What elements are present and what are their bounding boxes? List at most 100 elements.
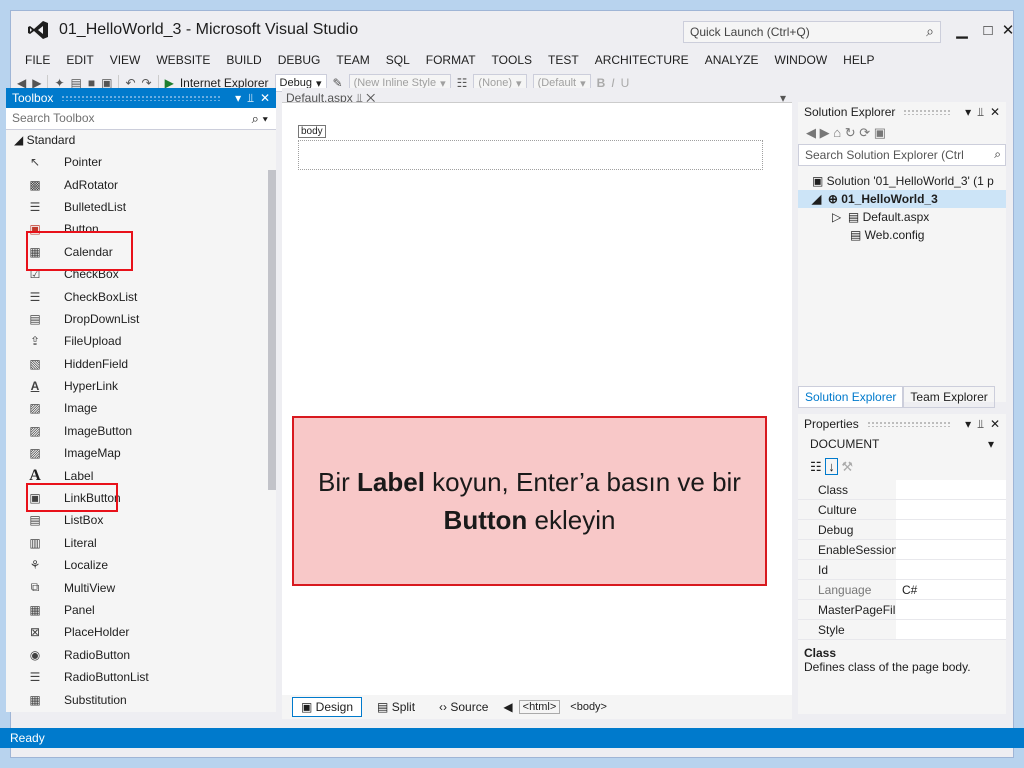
toolbox-item[interactable]: A HyperLink xyxy=(6,375,276,397)
drag-grip[interactable] xyxy=(903,109,952,115)
toolbox-item[interactable]: ↖ Pointer xyxy=(6,151,276,173)
drag-grip[interactable] xyxy=(866,421,952,427)
toolbox-search-input[interactable]: Search Toolbox ⌕ ▾ xyxy=(6,108,276,130)
dropdown-icon[interactable]: ▾ xyxy=(959,105,971,119)
menu-analyze[interactable]: ANALYZE xyxy=(697,53,767,67)
property-value[interactable] xyxy=(896,600,1006,619)
property-value[interactable] xyxy=(896,520,1006,539)
source-view-button[interactable]: ‹› Source xyxy=(430,697,497,717)
callout-text: Bir xyxy=(318,467,358,497)
close-icon[interactable]: ✕ xyxy=(984,105,1000,119)
property-row[interactable]: MasterPageFil xyxy=(798,600,1006,620)
scroll-left-icon[interactable]: ◀ xyxy=(503,700,512,714)
object-select[interactable]: DOCUMENT ▾ xyxy=(798,434,1006,456)
property-row[interactable]: Culture xyxy=(798,500,1006,520)
solution-search-input[interactable]: Search Solution Explorer (Ctrl ⌕ xyxy=(798,144,1006,166)
property-row[interactable]: Style xyxy=(798,620,1006,640)
toolbox-item[interactable]: ▩ AdRotator xyxy=(6,173,276,195)
menu-architecture[interactable]: ARCHITECTURE xyxy=(587,53,697,67)
property-value[interactable]: C# xyxy=(896,580,1006,599)
collapse-icon[interactable]: ▣ xyxy=(874,125,886,140)
menu-website[interactable]: WEBSITE xyxy=(148,53,218,67)
close-button[interactable]: ✕ xyxy=(995,21,1021,41)
scrollbar-thumb[interactable] xyxy=(268,170,276,490)
menu-window[interactable]: WINDOW xyxy=(767,53,836,67)
menu-help[interactable]: HELP xyxy=(835,53,882,67)
sync-icon[interactable]: ↻ xyxy=(845,125,856,140)
toolbox-item[interactable]: ▥ Literal xyxy=(6,532,276,554)
callout-text: ekleyin xyxy=(527,505,616,535)
back-icon[interactable]: ◀ xyxy=(806,125,816,140)
menu-debug[interactable]: DEBUG xyxy=(270,53,329,67)
minimize-button[interactable]: ▁ xyxy=(949,21,975,41)
toolbox-item[interactable]: ⚘ Localize xyxy=(6,554,276,576)
property-row[interactable]: EnableSession xyxy=(798,540,1006,560)
property-row[interactable]: Debug xyxy=(798,520,1006,540)
toolbox-item[interactable]: ⊠ PlaceHolder xyxy=(6,621,276,643)
toolbox-item[interactable]: ☰ BulletedList xyxy=(6,196,276,218)
tab-team-explorer[interactable]: Team Explorer xyxy=(903,386,995,408)
split-view-button[interactable]: ▤ Split xyxy=(368,697,424,717)
wrench-icon[interactable]: ⚒ xyxy=(841,459,853,474)
toolbox-item[interactable]: ▤ DropDownList xyxy=(6,308,276,330)
pin-icon[interactable]: ⫫ xyxy=(971,417,984,432)
body-element[interactable] xyxy=(298,140,763,170)
tree-file-node[interactable]: ▤ Web.config xyxy=(798,226,1006,244)
toolbox-item[interactable]: ▨ ImageMap xyxy=(6,442,276,464)
toolbox-item[interactable]: ◉ RadioButton xyxy=(6,644,276,666)
quick-launch-input[interactable]: Quick Launch (Ctrl+Q) ⌕ xyxy=(683,21,941,43)
menu-format[interactable]: FORMAT xyxy=(418,53,484,67)
toolbox-item[interactable]: ⇪ FileUpload xyxy=(6,330,276,352)
toolbox-item[interactable]: ▨ ImageButton xyxy=(6,420,276,442)
category-label: Standard xyxy=(26,133,76,147)
menu-tools[interactable]: TOOLS xyxy=(484,53,540,67)
toolbox-item[interactable]: ☰ CheckBoxList xyxy=(6,285,276,307)
forward-icon[interactable]: ▶ xyxy=(820,125,830,140)
property-value[interactable] xyxy=(896,560,1006,579)
menu-test[interactable]: TEST xyxy=(540,53,587,67)
property-row[interactable]: Id xyxy=(798,560,1006,580)
refresh-icon[interactable]: ⟳ xyxy=(859,125,870,140)
breadcrumb-body[interactable]: <body> xyxy=(566,700,611,714)
menu-sql[interactable]: SQL xyxy=(378,53,418,67)
toolbox-item[interactable]: ▦ Substitution xyxy=(6,688,276,710)
toolbox-item[interactable]: ▦ Panel xyxy=(6,599,276,621)
close-icon[interactable]: ✕ xyxy=(254,91,270,105)
design-view-button[interactable]: ▣ Design xyxy=(292,697,363,717)
menu-edit[interactable]: EDIT xyxy=(58,53,101,67)
menu-team[interactable]: TEAM xyxy=(328,53,377,67)
dropdown-icon[interactable]: ▾ xyxy=(229,91,241,105)
expand-icon[interactable]: ◢ xyxy=(812,192,828,206)
toolbox-item[interactable]: ☰ RadioButtonList xyxy=(6,666,276,688)
property-row[interactable]: Class xyxy=(798,480,1006,500)
toolbox-item[interactable]: ⧉ MultiView xyxy=(6,576,276,598)
property-value[interactable] xyxy=(896,540,1006,559)
toolbox-category[interactable]: ◢ Standard xyxy=(6,130,276,151)
menu-build[interactable]: BUILD xyxy=(218,53,269,67)
alphabetical-icon[interactable]: ↓ xyxy=(825,458,838,475)
pin-icon[interactable]: ⫫ xyxy=(241,91,254,106)
drag-grip[interactable] xyxy=(61,95,222,101)
breadcrumb-html[interactable]: <html> xyxy=(518,700,561,714)
pin-icon[interactable]: ⫫ xyxy=(971,105,984,120)
toolbox-scrollbar[interactable] xyxy=(266,152,276,710)
property-row[interactable]: Language C# xyxy=(798,580,1006,600)
dropdown-icon[interactable]: ▾ xyxy=(959,417,971,431)
tree-file-node[interactable]: ▷ ▤ Default.aspx xyxy=(798,208,1006,226)
toolbox-item[interactable]: ▧ HiddenField xyxy=(6,353,276,375)
close-icon[interactable]: ✕ xyxy=(984,417,1000,431)
tab-solution-explorer[interactable]: Solution Explorer xyxy=(798,386,904,408)
tree-project-node[interactable]: ◢ ⊕ 01_HelloWorld_3 xyxy=(798,190,1006,208)
collapse-arrow-icon[interactable]: ▷ xyxy=(832,210,848,224)
categorized-icon[interactable]: ☷ xyxy=(810,459,822,474)
property-value[interactable] xyxy=(896,480,1006,499)
menu-file[interactable]: FILE xyxy=(17,53,58,67)
design-surface[interactable] xyxy=(282,102,792,712)
home-icon[interactable]: ⌂ xyxy=(833,125,841,140)
tree-solution-node[interactable]: ▣ Solution '01_HelloWorld_3' (1 p xyxy=(798,172,1006,190)
property-value[interactable] xyxy=(896,500,1006,519)
toolbox-item[interactable]: ▨ Image xyxy=(6,397,276,419)
property-value[interactable] xyxy=(896,620,1006,639)
menu-view[interactable]: VIEW xyxy=(102,53,149,67)
toolbox-item[interactable]: ▤ ListBox xyxy=(6,509,276,531)
